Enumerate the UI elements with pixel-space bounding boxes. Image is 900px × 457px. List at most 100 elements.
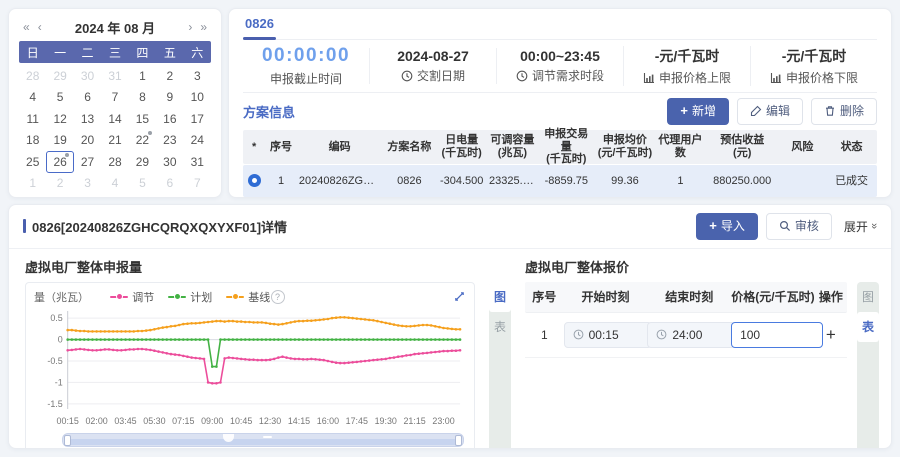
- svg-text:-1: -1: [55, 377, 63, 387]
- quote-price-cell: [731, 322, 815, 348]
- calendar-day-5[interactable]: 5: [46, 87, 73, 109]
- next-year-button[interactable]: »: [196, 20, 211, 34]
- slider-right-handle[interactable]: [455, 435, 462, 446]
- calendar-day-30[interactable]: 30: [156, 151, 183, 173]
- calendar-day-10[interactable]: 10: [184, 87, 211, 109]
- plan-cell: 880250.000: [706, 175, 779, 188]
- end-time-input[interactable]: 24:00: [647, 322, 735, 348]
- calendar-day-8[interactable]: 8: [129, 87, 156, 109]
- calendar-day-25[interactable]: 25: [19, 151, 46, 173]
- calendar-day-5[interactable]: 5: [129, 173, 156, 195]
- quote-tab-table[interactable]: 表: [857, 312, 879, 342]
- day-number: 14: [108, 112, 121, 126]
- declaration-line-chart[interactable]: 0.50-0.5-1-1.500:1502:0003:4505:3007:150…: [34, 307, 466, 431]
- calendar-day-19[interactable]: 19: [46, 130, 73, 152]
- calendar-day-17[interactable]: 17: [184, 108, 211, 130]
- next-month-button[interactable]: ›: [184, 20, 196, 34]
- calendar-day-18[interactable]: 18: [19, 130, 46, 152]
- expand-toggle[interactable]: 展开 »: [844, 218, 877, 235]
- calendar-day-29[interactable]: 29: [129, 151, 156, 173]
- slider-minimap-notch: [223, 434, 234, 442]
- legend-item-基线[interactable]: 基线: [226, 289, 270, 305]
- calendar-title: 2024 年 08 月: [46, 18, 185, 37]
- price-upper-value: -元/千瓦时: [655, 46, 720, 66]
- chevron-double-down-icon: »: [868, 223, 880, 229]
- prev-month-button[interactable]: ‹: [34, 20, 46, 34]
- calendar-day-6[interactable]: 6: [156, 173, 183, 195]
- calendar-day-31[interactable]: 31: [101, 65, 128, 87]
- tab-0826[interactable]: 0826: [243, 16, 276, 39]
- calendar-day-7[interactable]: 7: [184, 173, 211, 195]
- price-input[interactable]: [731, 322, 823, 348]
- calendar-day-4[interactable]: 4: [101, 173, 128, 195]
- calendar-day-7[interactable]: 7: [101, 87, 128, 109]
- legend-item-调节[interactable]: 调节: [110, 289, 154, 305]
- import-button[interactable]: + 导入: [696, 213, 758, 240]
- svg-text:21:15: 21:15: [403, 416, 425, 426]
- calendar-day-16[interactable]: 16: [156, 108, 183, 130]
- day-number: 3: [194, 69, 201, 83]
- day-number: 29: [53, 69, 66, 83]
- quote-row-index: 1: [525, 328, 564, 342]
- calendar-day-21[interactable]: 21: [101, 130, 128, 152]
- radio-selected[interactable]: [248, 174, 261, 187]
- stat-delivery-label: 交割日期: [417, 67, 465, 84]
- plan-table-row[interactable]: 120240826ZGHC...0826-304.50023325.000-88…: [243, 165, 877, 197]
- fullscreen-expand-icon[interactable]: [453, 290, 466, 303]
- clock-icon: [401, 70, 413, 82]
- legend-marker: [168, 293, 186, 301]
- svg-text:00:15: 00:15: [57, 416, 79, 426]
- calendar-day-4[interactable]: 4: [19, 87, 46, 109]
- quote-tab-chart[interactable]: 图: [857, 282, 879, 312]
- calendar-day-24[interactable]: 24: [184, 130, 211, 152]
- legend-item-计划[interactable]: 计划: [168, 289, 212, 305]
- delete-button[interactable]: 删除: [811, 98, 877, 125]
- legend-marker: [226, 293, 244, 301]
- calendar-day-3[interactable]: 3: [184, 65, 211, 87]
- day-number: 6: [167, 176, 174, 190]
- calendar-day-20[interactable]: 20: [74, 130, 101, 152]
- declare-tab-table[interactable]: 表: [489, 312, 511, 342]
- calendar-day-12[interactable]: 12: [46, 108, 73, 130]
- prev-year-button[interactable]: «: [19, 20, 34, 34]
- calendar-day-26[interactable]: 26: [46, 151, 73, 173]
- calendar-day-2[interactable]: 2: [156, 65, 183, 87]
- calendar-day-27[interactable]: 27: [74, 151, 101, 173]
- calendar-day-15[interactable]: 15: [129, 108, 156, 130]
- day-number: 30: [163, 155, 176, 169]
- start-time-input[interactable]: 00:15: [564, 322, 652, 348]
- calendar-day-22[interactable]: 22: [129, 130, 156, 152]
- plus-icon: +: [709, 218, 717, 235]
- calendar-day-11[interactable]: 11: [19, 108, 46, 130]
- svg-text:09:00: 09:00: [201, 416, 223, 426]
- calendar-day-9[interactable]: 9: [156, 87, 183, 109]
- calendar-day-1[interactable]: 1: [129, 65, 156, 87]
- add-button[interactable]: + 新增: [667, 98, 729, 125]
- declare-tab-chart[interactable]: 图: [489, 282, 511, 312]
- calendar-day-31[interactable]: 31: [184, 151, 211, 173]
- slider-left-handle[interactable]: [64, 435, 71, 446]
- edit-button[interactable]: 编辑: [737, 98, 803, 125]
- audit-button[interactable]: 审核: [766, 213, 832, 240]
- plan-actions: + 新增 编辑 删除: [667, 98, 877, 125]
- add-row-button[interactable]: +: [815, 325, 847, 345]
- quote-section: 虚拟电厂整体报价 序号开始时刻结束时刻价格(元/千瓦时)操作 1 00:15: [525, 257, 879, 449]
- start-time-value: 00:15: [589, 328, 619, 342]
- calendar-day-30[interactable]: 30: [74, 65, 101, 87]
- calendar-day-28[interactable]: 28: [101, 151, 128, 173]
- calendar-day-6[interactable]: 6: [74, 87, 101, 109]
- calendar-day-1[interactable]: 1: [19, 173, 46, 195]
- data-zoom-slider[interactable]: [62, 433, 464, 447]
- plan-cell: -8859.75: [538, 175, 595, 188]
- plan-table-header: *序号编码方案名称日电量 (千瓦时)可调容量 (兆瓦)申报交易量 (千瓦时)申报…: [243, 130, 877, 164]
- calendar-day-29[interactable]: 29: [46, 65, 73, 87]
- svg-text:10:45: 10:45: [230, 416, 252, 426]
- calendar-day-3[interactable]: 3: [74, 173, 101, 195]
- calendar-day-28[interactable]: 28: [19, 65, 46, 87]
- help-icon[interactable]: ?: [271, 290, 285, 304]
- calendar-day-14[interactable]: 14: [101, 108, 128, 130]
- calendar-day-23[interactable]: 23: [156, 130, 183, 152]
- calendar-day-13[interactable]: 13: [74, 108, 101, 130]
- calendar-day-2[interactable]: 2: [46, 173, 73, 195]
- stats-row: 00:00:00 申报截止时间 2024-08-27 交割日期 00:00~23…: [243, 40, 877, 93]
